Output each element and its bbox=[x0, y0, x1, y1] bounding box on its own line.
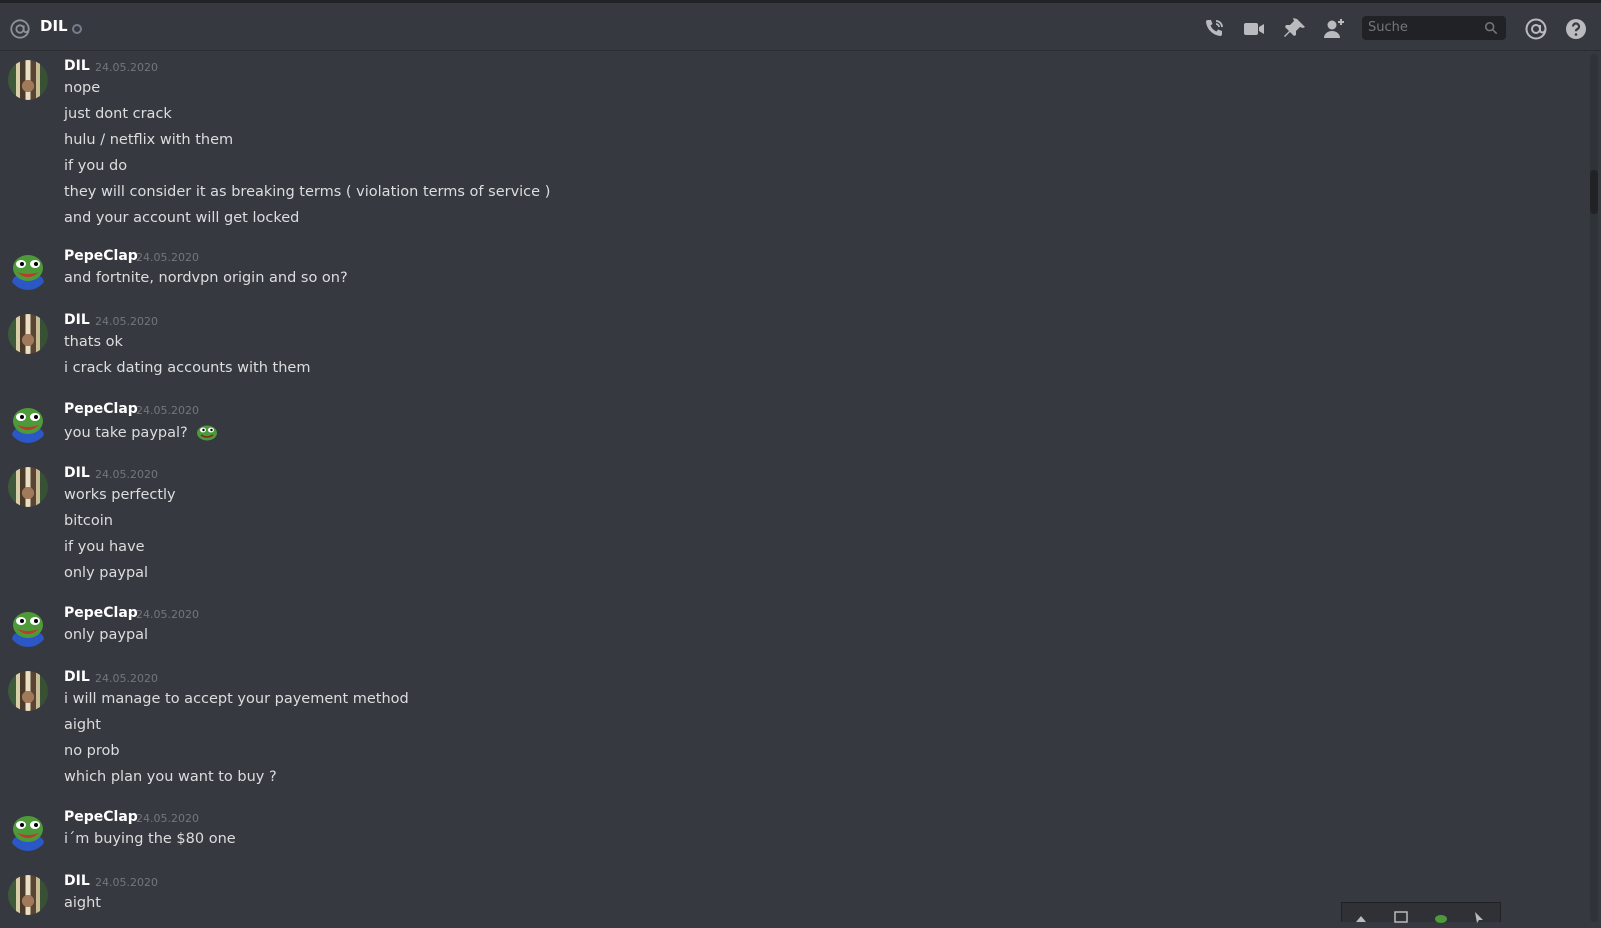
message-text-content: you take paypal? bbox=[64, 425, 188, 441]
message-text: only paypal bbox=[64, 565, 149, 581]
username[interactable]: PepeClap bbox=[64, 605, 138, 621]
status-offline-indicator bbox=[72, 24, 82, 34]
image-icon[interactable] bbox=[1394, 909, 1408, 923]
message-text: you take paypal? bbox=[64, 423, 218, 441]
pepe-avatar-icon bbox=[12, 255, 44, 290]
start-voice-call-icon[interactable] bbox=[1202, 17, 1226, 41]
message-text: i´m buying the $80 one bbox=[64, 831, 236, 847]
timestamp: 24.05.2020 bbox=[95, 672, 158, 685]
mentions-icon[interactable] bbox=[1524, 17, 1548, 41]
timestamp: 24.05.2020 bbox=[95, 315, 158, 328]
timestamp: 24.05.2020 bbox=[136, 608, 199, 621]
message-text: aight bbox=[64, 895, 101, 911]
message-text: i will manage to accept your payement me… bbox=[64, 691, 409, 707]
username[interactable]: PepeClap bbox=[64, 401, 138, 417]
cursor-icon[interactable] bbox=[1472, 909, 1486, 923]
search-input[interactable]: Suche bbox=[1362, 16, 1506, 40]
timestamp: 24.05.2020 bbox=[136, 812, 199, 825]
search-icon bbox=[1484, 21, 1498, 35]
pepe-emoji-icon[interactable] bbox=[1434, 909, 1448, 923]
avatar[interactable] bbox=[8, 467, 48, 507]
message-text: no prob bbox=[64, 743, 120, 759]
pinned-messages-icon[interactable] bbox=[1283, 17, 1307, 41]
avatar[interactable] bbox=[8, 403, 48, 443]
search-placeholder: Suche bbox=[1368, 20, 1408, 35]
message-hover-toolbar bbox=[1341, 902, 1501, 923]
username[interactable]: DIL bbox=[64, 58, 90, 74]
timestamp: 24.05.2020 bbox=[95, 61, 158, 74]
message-list: DIL 24.05.2020 nope just dont crack hulu… bbox=[0, 52, 1588, 922]
message-text: they will consider it as breaking terms … bbox=[64, 184, 551, 200]
timestamp: 24.05.2020 bbox=[136, 251, 199, 264]
message-text: only paypal bbox=[64, 627, 149, 643]
message-text: works perfectly bbox=[64, 487, 176, 503]
message-text: and your account will get locked bbox=[64, 210, 300, 226]
avatar[interactable] bbox=[8, 607, 48, 647]
message-text: if you do bbox=[64, 158, 128, 174]
username[interactable]: DIL bbox=[64, 465, 90, 481]
message-text: thats ok bbox=[64, 334, 123, 350]
pepe-avatar-icon bbox=[12, 816, 44, 851]
avatar[interactable] bbox=[8, 811, 48, 851]
message-text: and fortnite, nordvpn origin and so on? bbox=[64, 270, 348, 286]
add-friend-icon[interactable] bbox=[1322, 17, 1346, 41]
username[interactable]: DIL bbox=[64, 873, 90, 889]
avatar[interactable] bbox=[8, 250, 48, 290]
at-icon bbox=[10, 19, 30, 39]
pepe-avatar-icon bbox=[12, 408, 44, 443]
start-video-call-icon[interactable] bbox=[1242, 17, 1266, 41]
username[interactable]: PepeClap bbox=[64, 809, 138, 825]
pepe-avatar-icon bbox=[12, 612, 44, 647]
message-text: if you have bbox=[64, 539, 145, 555]
channel-header: DIL Suche bbox=[0, 3, 1601, 51]
avatar[interactable] bbox=[8, 314, 48, 354]
message-text: i crack dating accounts with them bbox=[64, 360, 311, 376]
username[interactable]: DIL bbox=[64, 312, 90, 328]
avatar[interactable] bbox=[8, 875, 48, 915]
avatar[interactable] bbox=[8, 671, 48, 711]
username[interactable]: DIL bbox=[64, 669, 90, 685]
pepe-emoji-icon[interactable] bbox=[196, 423, 218, 441]
avatar[interactable] bbox=[8, 60, 48, 100]
timestamp: 24.05.2020 bbox=[95, 468, 158, 481]
channel-name: DIL bbox=[40, 17, 68, 35]
message-text: which plan you want to buy ? bbox=[64, 769, 277, 785]
scrollbar-thumb[interactable] bbox=[1590, 170, 1598, 214]
message-text: just dont crack bbox=[64, 106, 172, 122]
message-text: hulu / netflix with them bbox=[64, 132, 234, 148]
timestamp: 24.05.2020 bbox=[95, 876, 158, 889]
username[interactable]: PepeClap bbox=[64, 248, 138, 264]
message-text: aight bbox=[64, 717, 101, 733]
reaction-icon[interactable] bbox=[1354, 909, 1368, 923]
help-icon[interactable] bbox=[1564, 17, 1588, 41]
message-text: bitcoin bbox=[64, 513, 113, 529]
message-text: nope bbox=[64, 80, 101, 96]
timestamp: 24.05.2020 bbox=[136, 404, 199, 417]
